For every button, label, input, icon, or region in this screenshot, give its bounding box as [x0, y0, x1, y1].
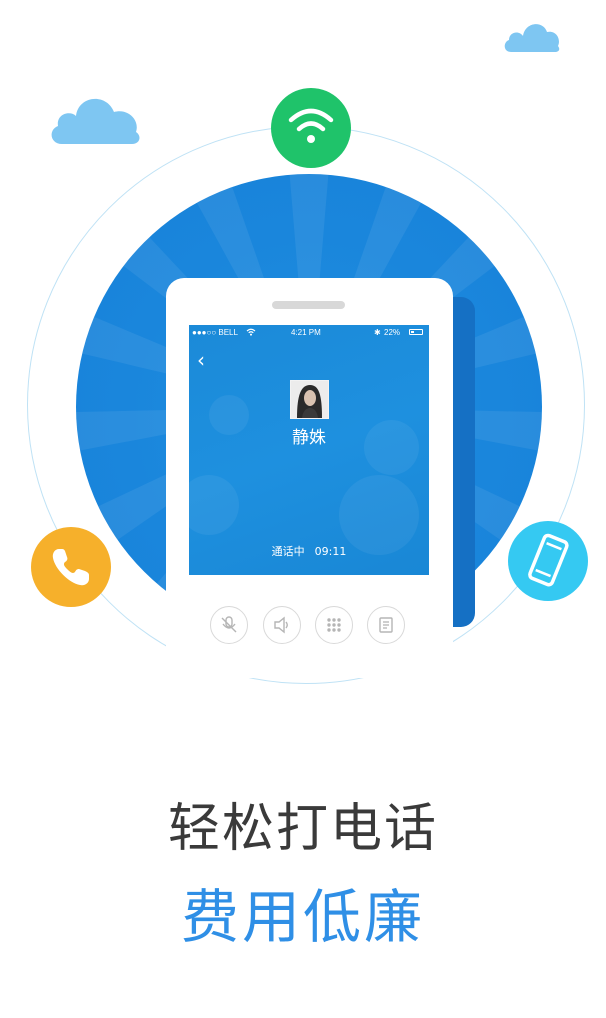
phone-call-icon — [52, 549, 89, 586]
mobile-badge — [508, 521, 588, 601]
carrier-label: ●●●○○ BELL — [192, 328, 238, 337]
speaker-button[interactable] — [263, 606, 301, 644]
status-bar: ●●●○○ BELL 4:21 PM ✱ 22% — [189, 325, 429, 341]
contacts-icon — [379, 617, 393, 633]
call-status-label: 通话中 — [271, 545, 305, 558]
speaker-icon — [274, 616, 288, 634]
phone-call-badge — [31, 527, 111, 607]
headline: 轻松打电话 — [167, 799, 438, 859]
mute-icon — [221, 616, 237, 633]
screen-bubble — [189, 475, 239, 535]
mute-button[interactable] — [210, 606, 248, 644]
phone-screen: ●●●○○ BELL 4:21 PM ✱ 22% ‹ 静姝 通话中 09:11 — [189, 325, 429, 575]
mobile-phone-icon — [528, 533, 569, 587]
status-time: 4:21 PM — [291, 328, 321, 337]
wifi-icon — [288, 108, 334, 143]
contact-name: 静姝 — [292, 428, 326, 448]
keypad-button[interactable] — [315, 606, 353, 644]
keypad-icon — [327, 618, 341, 632]
contacts-button[interactable] — [367, 606, 405, 644]
call-duration: 09:11 — [314, 545, 347, 558]
battery-icon — [409, 329, 423, 335]
cloud-right-icon — [504, 24, 560, 52]
wifi-badge — [271, 88, 351, 168]
subheadline: 费用低廉 — [180, 883, 425, 951]
battery-percent: 22% — [384, 328, 401, 337]
wifi-signal-icon — [246, 328, 256, 336]
bluetooth-icon: ✱ — [374, 328, 381, 337]
avatar — [290, 380, 329, 419]
call-status: 通话中 09:11 — [189, 543, 429, 559]
phone-speaker — [272, 301, 345, 309]
cloud-left-icon — [51, 98, 140, 144]
back-chevron-icon[interactable]: ‹ — [197, 350, 209, 370]
